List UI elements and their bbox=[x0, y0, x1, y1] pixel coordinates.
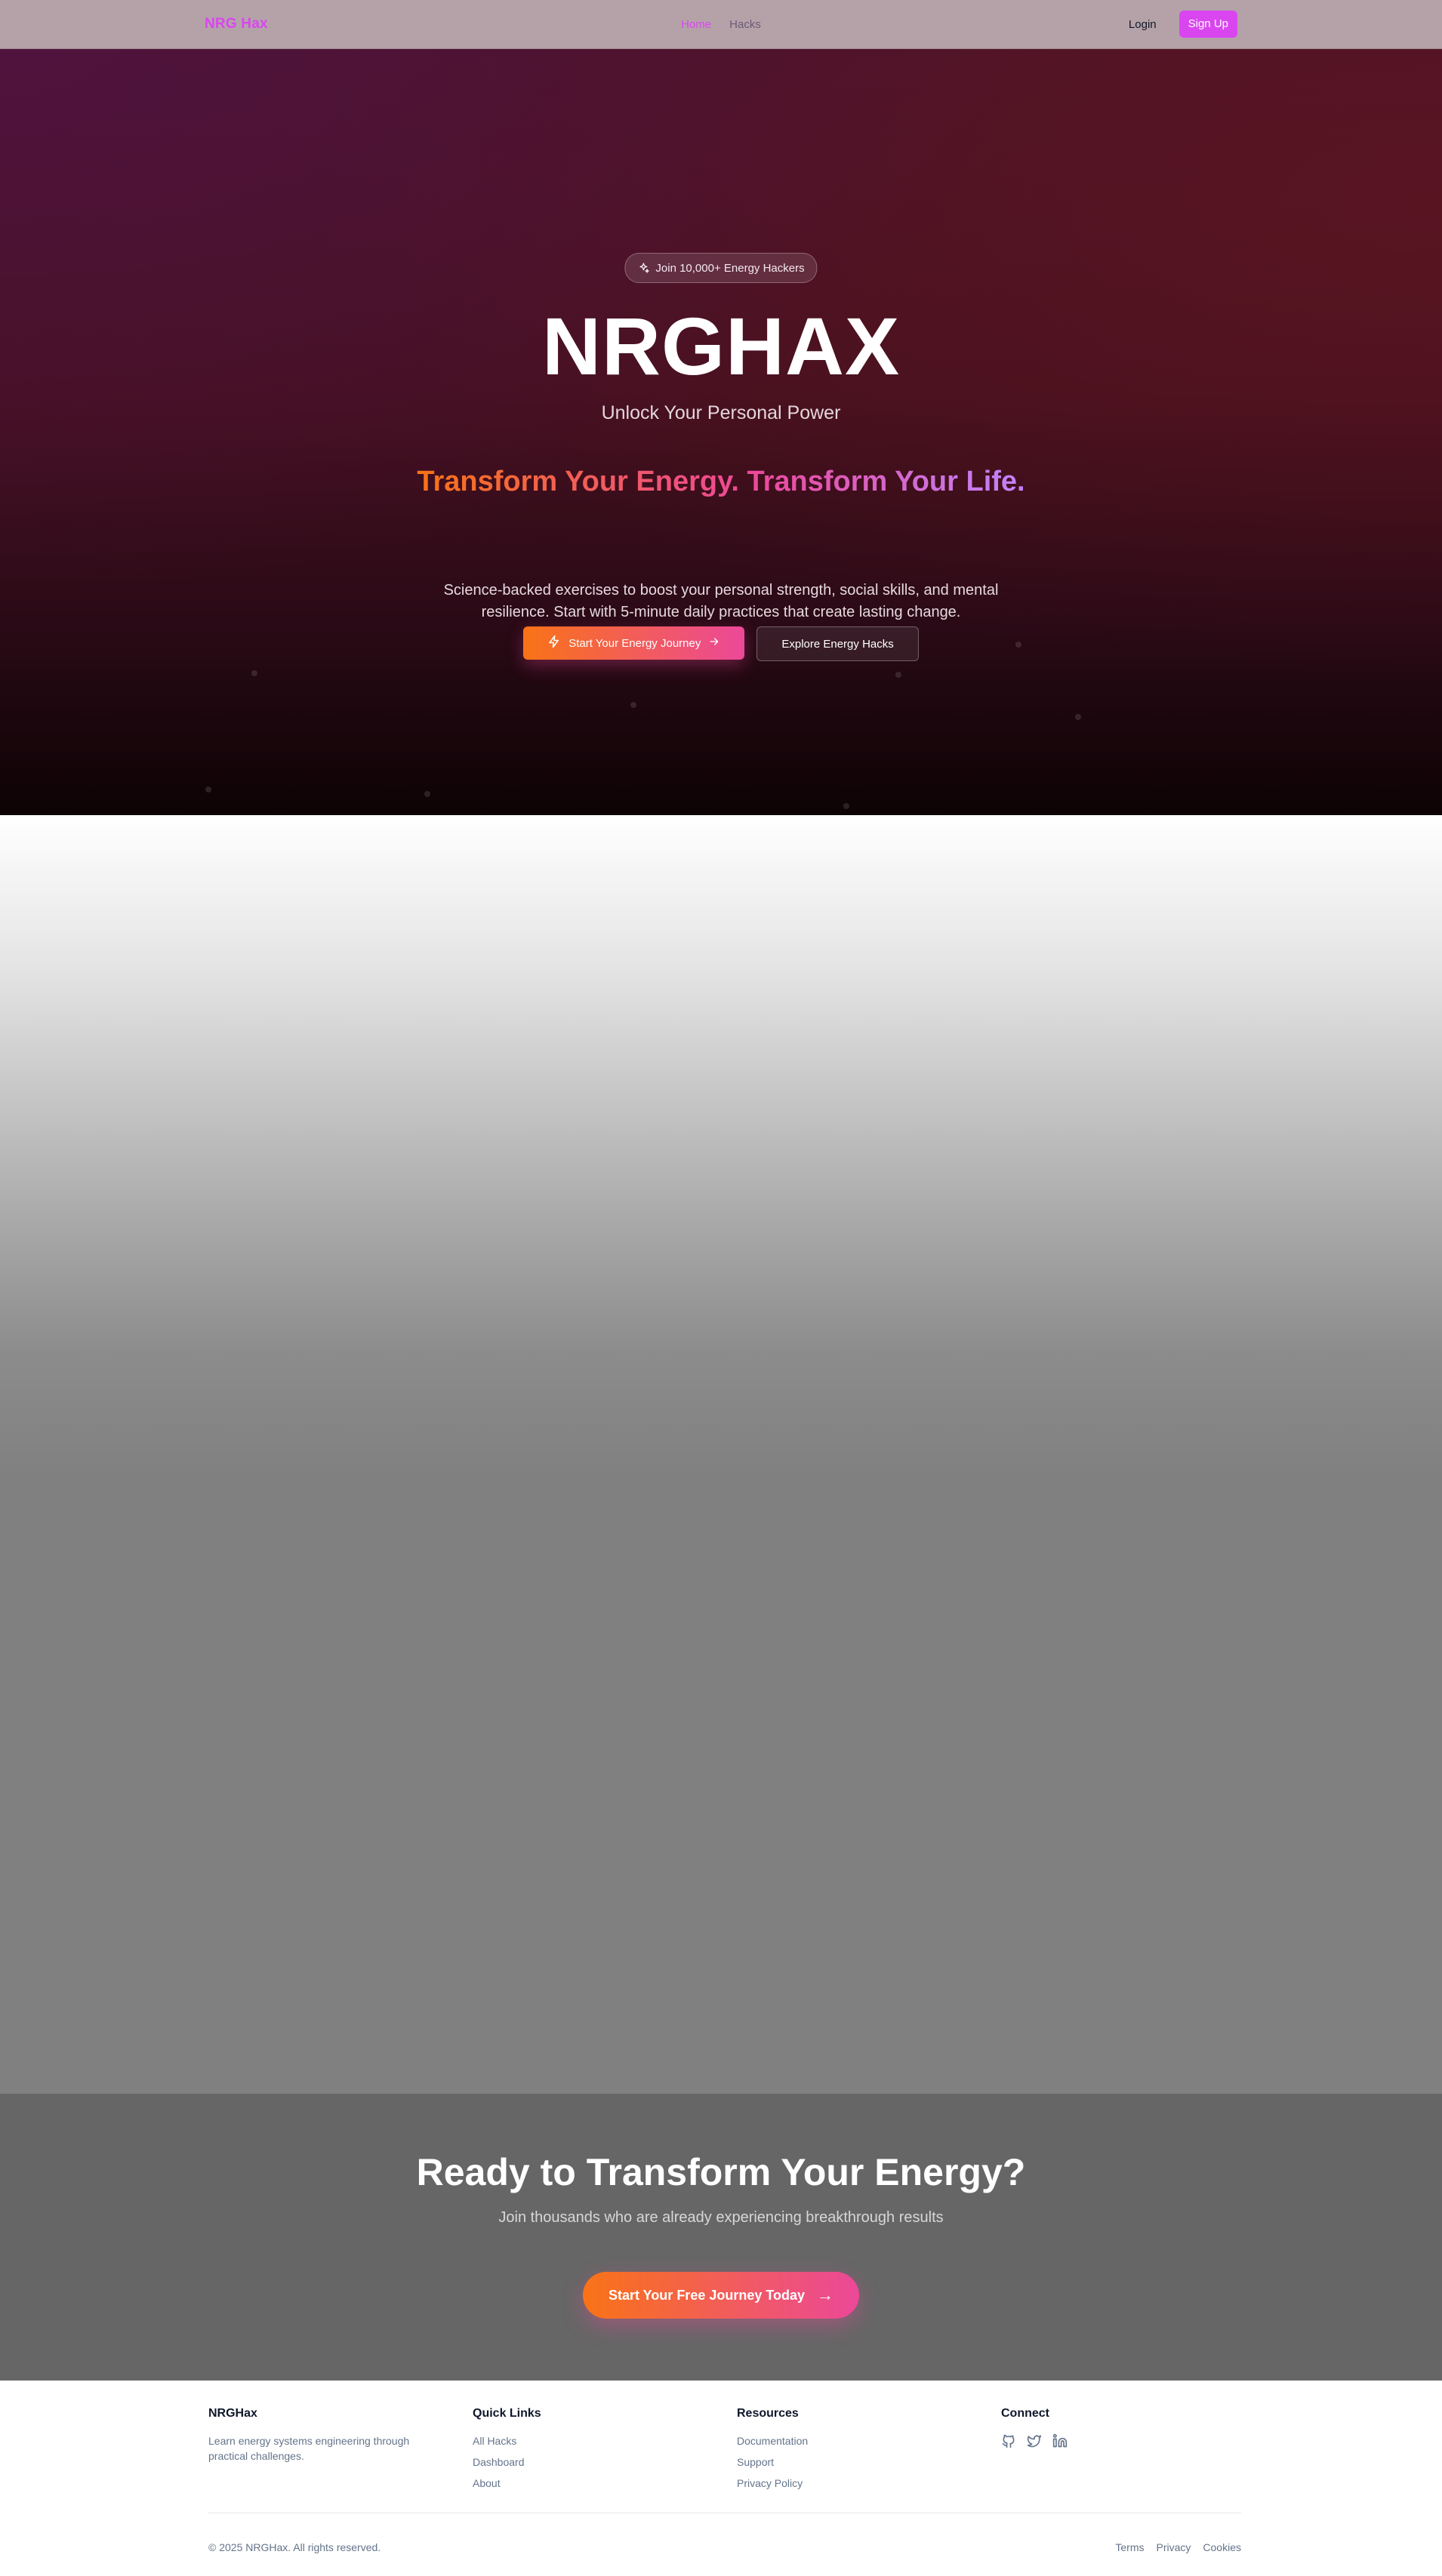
decorative-dot bbox=[895, 672, 901, 678]
footer-link-privacy[interactable]: Privacy bbox=[1157, 2540, 1191, 2555]
signup-button[interactable]: Sign Up bbox=[1179, 11, 1237, 38]
footer-link-about[interactable]: About bbox=[473, 2476, 729, 2491]
content-placeholder-section bbox=[0, 815, 1442, 2094]
cta-subtitle: Join thousands who are already experienc… bbox=[498, 2209, 944, 2226]
nav-logo[interactable]: NRG Hax bbox=[205, 16, 268, 32]
footer-resources: Resources Documentation Support Privacy … bbox=[737, 2406, 994, 2497]
social-links bbox=[1001, 2433, 1258, 2448]
arrow-right-icon bbox=[708, 636, 720, 651]
hero-cta-group: Start Your Energy Journey Explore Energy… bbox=[0, 626, 1442, 661]
hero-subtitle: Unlock Your Personal Power bbox=[601, 402, 841, 423]
quick-links-heading: Quick Links bbox=[473, 2407, 541, 2420]
zap-icon bbox=[547, 635, 561, 651]
site-footer: NRGHax Learn energy systems engineering … bbox=[0, 2381, 1442, 2576]
decorative-dot bbox=[630, 702, 636, 708]
footer-link-cookies[interactable]: Cookies bbox=[1203, 2540, 1241, 2555]
connect-heading: Connect bbox=[1001, 2407, 1049, 2420]
free-journey-label: Start Your Free Journey Today bbox=[608, 2287, 806, 2303]
decorative-dot bbox=[843, 803, 849, 809]
hero-section: Join 10,000+ Energy Hackers NRGHAX Unloc… bbox=[0, 48, 1442, 815]
github-icon[interactable] bbox=[1001, 2433, 1016, 2448]
explore-hacks-label: Explore Energy Hacks bbox=[781, 637, 894, 651]
decorative-dot bbox=[251, 670, 257, 676]
community-badge: Join 10,000+ Energy Hackers bbox=[624, 253, 818, 283]
start-journey-label: Start Your Energy Journey bbox=[568, 636, 701, 650]
nav-link-home[interactable]: Home bbox=[681, 18, 711, 31]
footer-quick-links: Quick Links All Hacks Dashboard About bbox=[473, 2406, 729, 2497]
cta-section: Ready to Transform Your Energy? Join tho… bbox=[0, 2094, 1442, 2381]
nav-links: Home Hacks bbox=[681, 18, 761, 31]
nav-link-hacks[interactable]: Hacks bbox=[729, 18, 761, 31]
footer-link-terms[interactable]: Terms bbox=[1115, 2540, 1144, 2555]
footer-connect: Connect bbox=[1001, 2406, 1258, 2448]
decorative-dot bbox=[205, 786, 211, 792]
linkedin-icon[interactable] bbox=[1052, 2433, 1068, 2448]
resources-heading: Resources bbox=[737, 2407, 799, 2420]
decorative-dot bbox=[1075, 714, 1081, 720]
start-journey-button[interactable]: Start Your Energy Journey bbox=[523, 626, 745, 660]
footer-link-support[interactable]: Support bbox=[737, 2454, 994, 2470]
footer-brand: NRGHax bbox=[208, 2407, 257, 2420]
arrow-right-icon: → bbox=[817, 2285, 834, 2304]
decorative-dot bbox=[424, 791, 430, 797]
hero-tagline-text: Transform Your Energy. Transform Your Li… bbox=[417, 466, 1025, 497]
hero-title: NRGHAX bbox=[541, 300, 901, 392]
footer-brand-column: NRGHax Learn energy systems engineering … bbox=[208, 2406, 465, 2464]
login-button[interactable]: Login bbox=[1129, 18, 1157, 31]
legal-links: Terms Privacy Cookies bbox=[1115, 2540, 1241, 2555]
nav-auth: Login Sign Up bbox=[1129, 11, 1237, 38]
hero-tagline: Transform Your Energy. Transform Your Li… bbox=[0, 462, 1442, 501]
sparkles-icon bbox=[637, 262, 649, 274]
top-navbar: NRG Hax Home Hacks Login Sign Up bbox=[0, 0, 1442, 49]
footer-brand-description: Learn energy systems engineering through… bbox=[208, 2435, 410, 2462]
copyright-text: © 2025 NRGHax. All rights reserved. bbox=[208, 2541, 381, 2553]
badge-text: Join 10,000+ Energy Hackers bbox=[655, 261, 805, 275]
twitter-icon[interactable] bbox=[1027, 2433, 1042, 2448]
footer-link-documentation[interactable]: Documentation bbox=[737, 2433, 994, 2448]
explore-hacks-button[interactable]: Explore Energy Hacks bbox=[756, 626, 919, 661]
footer-link-dashboard[interactable]: Dashboard bbox=[473, 2454, 729, 2470]
free-journey-button[interactable]: Start Your Free Journey Today → bbox=[582, 2272, 860, 2319]
cta-title: Ready to Transform Your Energy? bbox=[416, 2151, 1026, 2193]
hero-description: Science-backed exercises to boost your p… bbox=[443, 582, 999, 620]
footer-link-all-hacks[interactable]: All Hacks bbox=[473, 2433, 729, 2448]
footer-link-privacy-policy[interactable]: Privacy Policy bbox=[737, 2476, 994, 2491]
